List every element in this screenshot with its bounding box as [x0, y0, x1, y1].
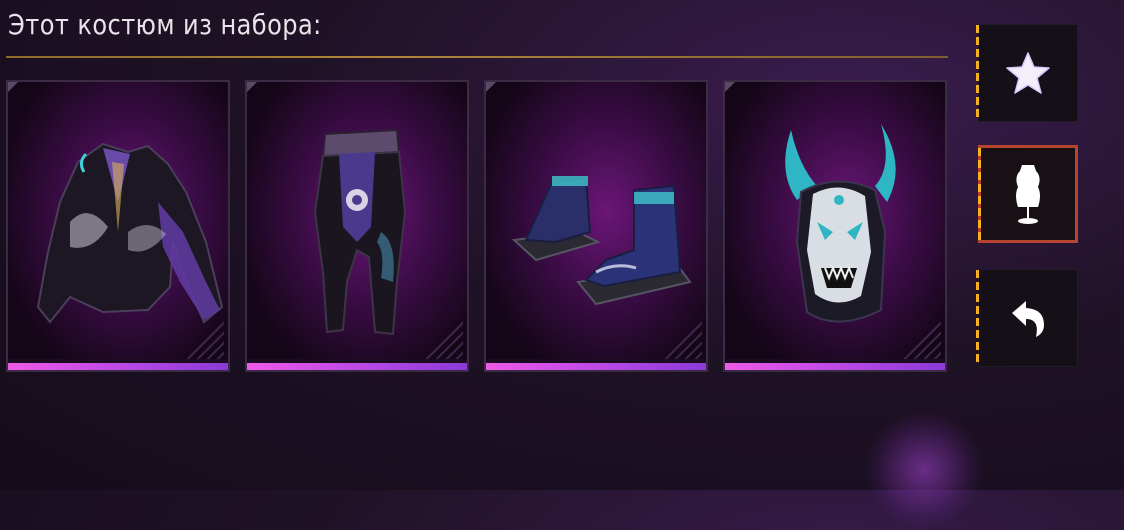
title-divider: [6, 56, 948, 58]
item-card-sandals[interactable]: [484, 80, 708, 372]
rarity-bar: [486, 363, 706, 370]
side-dash: [976, 270, 979, 366]
mannequin-icon: [1016, 165, 1040, 224]
page-title: Этот костюм из набора:: [8, 8, 322, 41]
pants-icon: [313, 128, 407, 336]
item-card-jacket[interactable]: [6, 80, 230, 372]
rarity-bar: [247, 363, 467, 370]
item-card-mask[interactable]: [723, 80, 947, 372]
jacket-icon: [36, 142, 224, 324]
oni-mask-icon: [785, 124, 896, 323]
side-dash: [976, 25, 979, 121]
favorite-button[interactable]: [976, 24, 1078, 122]
item-card-pants[interactable]: [245, 80, 469, 372]
side-dash: [978, 148, 981, 240]
star-icon: [1006, 52, 1050, 94]
sandals-icon: [511, 176, 692, 306]
back-button[interactable]: [976, 269, 1078, 367]
try-on-button[interactable]: [978, 145, 1078, 243]
rarity-bar: [8, 363, 228, 370]
rarity-bar: [725, 363, 945, 370]
back-arrow-icon: [1012, 301, 1044, 337]
background-glow: [864, 410, 984, 530]
